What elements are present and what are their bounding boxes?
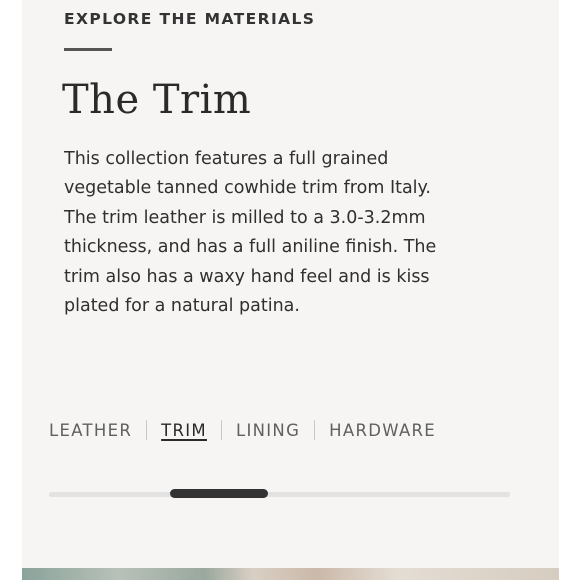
- tab-trim[interactable]: TRIM: [161, 421, 207, 440]
- carousel-scroll-track[interactable]: [49, 492, 510, 497]
- carousel-scroll-thumb[interactable]: [170, 489, 268, 498]
- section-eyebrow: EXPLORE THE MATERIALS: [64, 10, 316, 28]
- product-image-preview: [22, 568, 559, 580]
- eyebrow-divider: [64, 48, 112, 51]
- tab-divider: [314, 420, 316, 440]
- tab-divider: [146, 420, 148, 440]
- material-tabs: LEATHER TRIM LINING HARDWARE: [49, 418, 436, 442]
- tab-lining[interactable]: LINING: [236, 421, 300, 440]
- section-title: The Trim: [62, 77, 252, 123]
- tab-hardware[interactable]: HARDWARE: [329, 421, 436, 440]
- tab-divider: [220, 420, 222, 440]
- tab-leather[interactable]: LEATHER: [49, 421, 132, 440]
- material-description: This collection features a full grained …: [64, 149, 437, 317]
